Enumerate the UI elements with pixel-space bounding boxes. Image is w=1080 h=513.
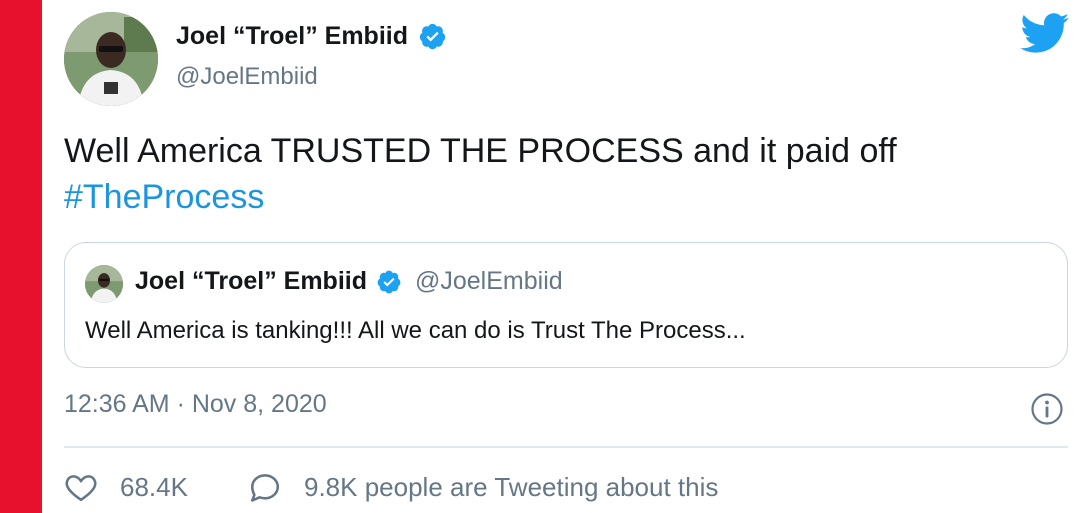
like-count: 68.4K: [120, 471, 188, 502]
quoted-tweet-card[interactable]: Joel “Troel” Embiid @JoelEmbiid Well Ame…: [64, 242, 1068, 368]
quoted-avatar-photo: [85, 265, 123, 303]
like-button[interactable]: 68.4K: [64, 470, 188, 504]
divider: [64, 446, 1068, 448]
author-handle[interactable]: @JoelEmbiid: [176, 63, 318, 91]
quoted-tweet-header: Joel “Troel” Embiid @JoelEmbiid: [135, 267, 563, 296]
heart-icon: [65, 475, 97, 502]
tweet-text: Well America TRUSTED THE PROCESS and it …: [64, 132, 897, 170]
quoted-tweet-text: Well America is tanking!!! All we can do…: [85, 317, 746, 344]
tweet-timestamp[interactable]: 12:36 AM · Nov 8, 2020: [64, 390, 327, 419]
author-display-name-row[interactable]: Joel “Troel” Embiid: [176, 22, 447, 51]
speech-bubble-icon: [250, 474, 280, 502]
quoted-author-avatar[interactable]: [85, 265, 123, 303]
conversation-count: 9.8K people are Tweeting about this: [304, 471, 719, 502]
tweet-body: Well America TRUSTED THE PROCESS and it …: [64, 128, 1024, 220]
twitter-bird-icon[interactable]: [1020, 13, 1070, 54]
avatar-photo: [64, 12, 158, 106]
quoted-author-display-name[interactable]: Joel “Troel” Embiid: [135, 267, 367, 296]
conversation-link[interactable]: 9.8K people are Tweeting about this: [248, 470, 718, 504]
verified-badge-icon: [419, 23, 446, 50]
quoted-author-handle[interactable]: @JoelEmbiid: [415, 267, 563, 296]
left-accent-bar: [0, 0, 42, 513]
author-display-name[interactable]: Joel “Troel” Embiid: [176, 22, 408, 51]
author-avatar[interactable]: [64, 12, 158, 106]
info-icon[interactable]: [1030, 392, 1064, 426]
hashtag-link[interactable]: #TheProcess: [64, 174, 1024, 220]
verified-badge-icon: [377, 270, 401, 293]
